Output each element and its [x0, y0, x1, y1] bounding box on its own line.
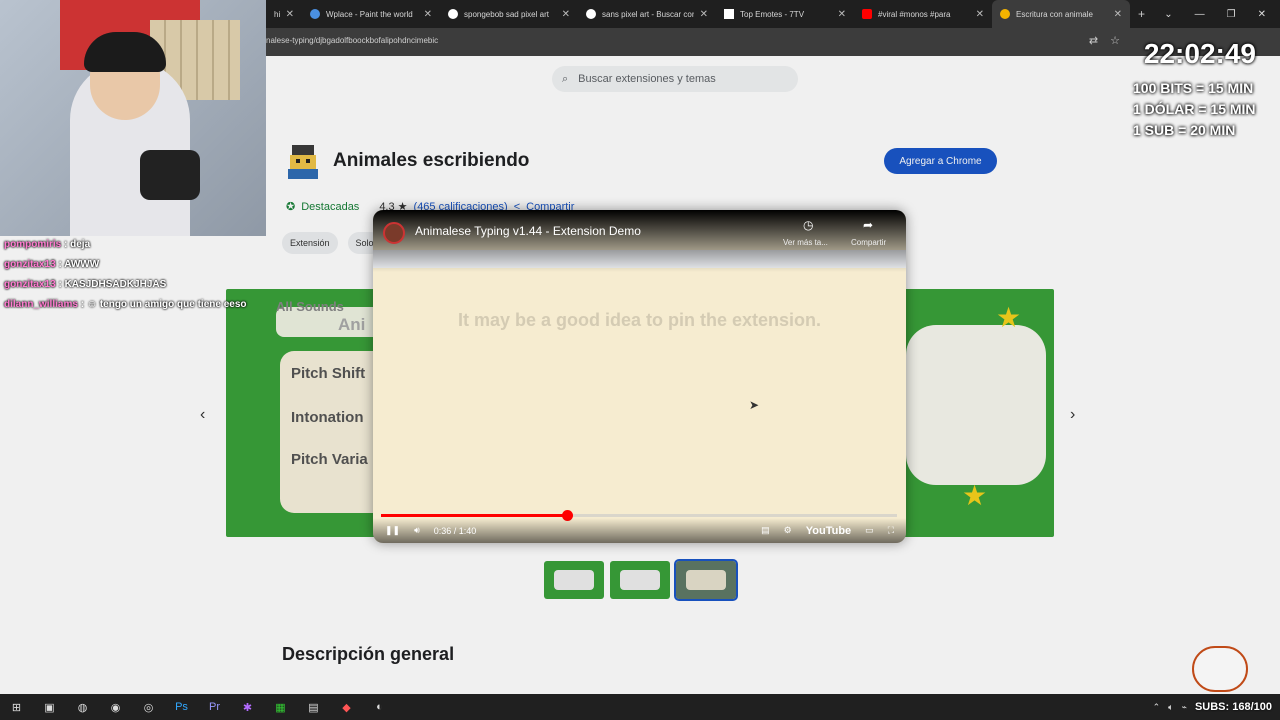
new-tab-button[interactable]: + — [1130, 0, 1153, 28]
tab-label: spongebob sad pixel art — [464, 9, 549, 19]
tab-3[interactable]: sans pixel art - Buscar con ✕ — [578, 0, 716, 28]
close-icon[interactable]: ✕ — [700, 9, 708, 20]
video-title[interactable]: Animalese Typing v1.44 - Extension Demo — [415, 224, 641, 238]
youtube-icon — [862, 9, 872, 19]
cursor-icon: ➤ — [749, 398, 760, 412]
share-icon[interactable]: ➦ — [863, 218, 873, 232]
chat-message: pompomiris : deja — [4, 239, 91, 250]
streamer-hair — [84, 32, 166, 72]
subs-counter: SUBS: 168/100 — [1194, 701, 1272, 713]
tab-2[interactable]: spongebob sad pixel art ✕ — [440, 0, 578, 28]
tab-label: #viral #monos #para — [878, 9, 951, 19]
chat-text: KASJDHSADKJHJAS — [64, 279, 167, 290]
translate-icon[interactable]: ⇄ — [1089, 34, 1098, 47]
tab-label: Wplace - Paint the world — [326, 9, 413, 19]
video-player[interactable]: Animalese Typing v1.44 - Extension Demo … — [373, 210, 906, 543]
progress-played — [381, 514, 567, 517]
wplace-icon — [310, 9, 320, 19]
windows-start-icon[interactable]: ⊞ — [0, 694, 33, 720]
close-icon[interactable]: ✕ — [424, 9, 432, 20]
bookmark-star-icon[interactable]: ☆ — [1110, 34, 1120, 47]
share-label: Compartir — [851, 238, 887, 247]
tab-label: sans pixel art - Buscar con — [602, 9, 694, 19]
chevron-up-icon[interactable]: ⌃ — [1153, 702, 1161, 713]
chevron-down-icon[interactable]: ⌄ — [1164, 9, 1172, 20]
close-icon[interactable]: ✕ — [1114, 9, 1122, 20]
video-controls: ❚❚ 🔊︎ 0:36 / 1:40 ▤ ⚙ YouTube ▭ ⛶ — [373, 518, 906, 543]
stream-clock: 22:02:49 — [1143, 38, 1256, 69]
channel-avatar[interactable] — [383, 222, 405, 244]
close-icon[interactable]: ✕ — [286, 9, 294, 20]
extension-favicon-icon — [1000, 9, 1010, 19]
rate-line: 1 SUB = 20 MIN — [1133, 122, 1236, 138]
chat-user: gonzitax13 — [4, 259, 56, 270]
tab-1[interactable]: Wplace - Paint the world ✕ — [302, 0, 440, 28]
steam-icon[interactable]: ◍ — [66, 694, 99, 720]
tab-label: Top Emotes - 7TV — [740, 9, 805, 19]
tab-6[interactable]: Escritura con animale ✕ — [992, 0, 1130, 28]
rate-line: 1 DÓLAR = 15 MIN — [1133, 101, 1256, 117]
settings-gear-icon[interactable]: ⚙ — [784, 525, 792, 536]
chat-user: dilann_williams — [4, 299, 78, 310]
cast-icon[interactable]: ▭ — [865, 525, 874, 536]
7tv-icon — [724, 9, 734, 19]
volume-icon[interactable]: 🔈︎ — [1168, 702, 1173, 713]
tab-4[interactable]: Top Emotes - 7TV ✕ — [716, 0, 854, 28]
mascot-penguin-icon — [1192, 646, 1248, 692]
webcam-overlay — [0, 0, 266, 236]
maximize-icon[interactable]: ❐ — [1227, 9, 1236, 20]
screen: hi ✕ Wplace - Paint the world ✕ spongebo… — [0, 0, 1280, 720]
chat-user: gonzitax13 — [4, 279, 56, 290]
pause-icon[interactable]: ❚❚ — [385, 525, 400, 536]
chat-message: gonzitax13 : KASJDHSADKJHJAS — [4, 279, 167, 290]
address-icons: ⇄ ☆ — [1089, 34, 1120, 47]
chat-message: gonzitax13 : AWWW — [4, 259, 100, 270]
chat-text: tengo un amigo que tiene eeso — [99, 299, 247, 310]
app-icon[interactable]: ▤ — [297, 694, 330, 720]
app-icon[interactable]: ✱ — [231, 694, 264, 720]
file-explorer-icon[interactable]: ▣ — [33, 694, 66, 720]
tab-0[interactable]: hi ✕ — [266, 0, 302, 28]
close-icon[interactable]: ✕ — [976, 9, 984, 20]
video-caption: It may be a good idea to pin the extensi… — [457, 310, 822, 330]
minecraft-icon[interactable]: ▦ — [264, 694, 297, 720]
tab-5[interactable]: #viral #monos #para ✕ — [854, 0, 992, 28]
watch-later-icon[interactable]: ◷ — [803, 218, 813, 232]
brave-icon[interactable]: ◆ — [330, 694, 363, 720]
photoshop-icon[interactable]: Ps — [165, 694, 198, 720]
rate-line: 100 BITS = 15 MIN — [1133, 80, 1254, 96]
subathon-rates: 100 BITS = 15 MIN 1 DÓLAR = 15 MIN 1 SUB… — [1133, 78, 1256, 141]
google-icon — [586, 9, 596, 19]
system-tray: ⌃ 🔈︎ ⌁ SUBS: 168/100 — [1153, 694, 1272, 720]
close-icon[interactable]: ✕ — [838, 9, 846, 20]
minimize-icon[interactable]: — — [1195, 9, 1205, 20]
url-field[interactable]: nalese-typing/djbgadolfboockbofalipohdnc… — [266, 36, 438, 45]
chat-text: AWWW — [64, 259, 100, 270]
google-icon — [448, 9, 458, 19]
watch-later-label: Ver más ta... — [783, 238, 828, 247]
subtitles-icon[interactable]: ▤ — [761, 525, 770, 536]
fullscreen-icon[interactable]: ⛶ — [888, 525, 894, 536]
emote-icon: ☺ — [86, 299, 98, 310]
microphone — [140, 150, 200, 200]
chrome-icon[interactable]: ◎ — [132, 694, 165, 720]
volume-icon[interactable]: 🔊︎ — [414, 525, 420, 536]
chat-user: pompomiris — [4, 239, 62, 250]
tab-label: hi — [274, 9, 280, 19]
obs-icon[interactable]: ◐ — [363, 694, 396, 720]
taskbar: ⊞ ▣ ◍ ◉ ◎ Ps Pr ✱ ▦ ▤ ◆ ◐ ⌃ 🔈︎ ⌁ SUBS: 1… — [0, 694, 1280, 720]
close-window-icon[interactable]: ✕ — [1258, 9, 1266, 20]
youtube-logo[interactable]: YouTube — [806, 525, 851, 537]
premiere-icon[interactable]: Pr — [198, 694, 231, 720]
tab-label: Escritura con animale — [1016, 9, 1093, 19]
chat-text: deja — [70, 239, 91, 250]
time-display: 0:36 / 1:40 — [433, 525, 477, 536]
discord-icon[interactable]: ◉ — [99, 694, 132, 720]
close-icon[interactable]: ✕ — [562, 9, 570, 20]
window-controls: ⌄ — ❐ ✕ — [1164, 0, 1280, 28]
chat-message: dilann_williams : ☺ tengo un amigo que t… — [4, 299, 247, 310]
network-icon[interactable]: ⌁ — [1182, 702, 1187, 713]
chat-overlay: pompomiris : deja gonzitax13 : AWWW gonz… — [0, 236, 320, 316]
progress-bar[interactable] — [381, 510, 897, 521]
